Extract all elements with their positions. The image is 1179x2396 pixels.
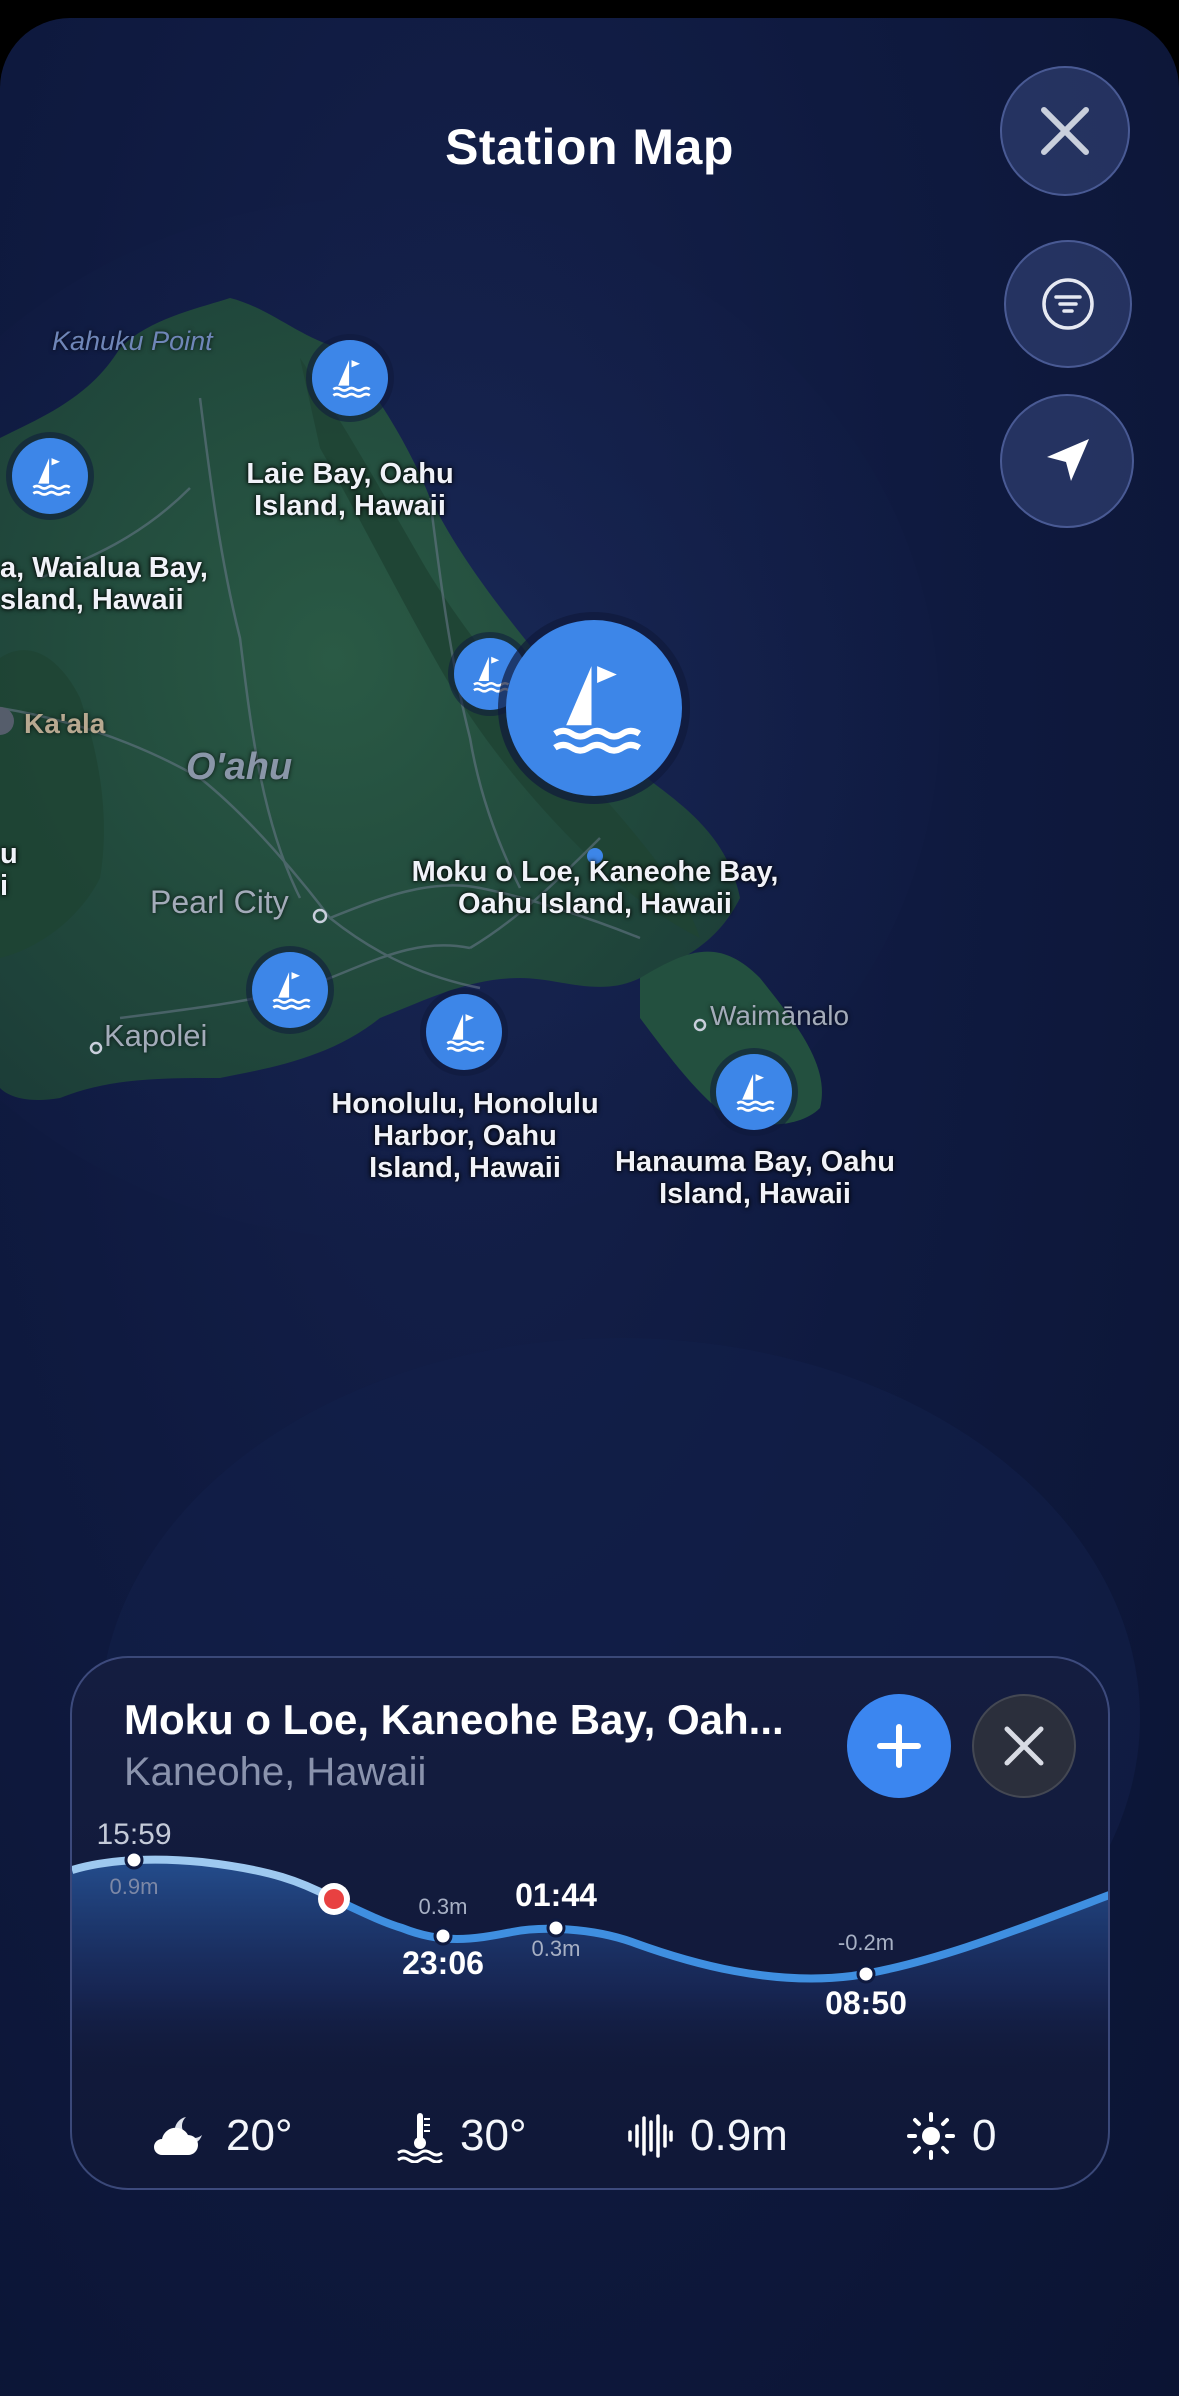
station-pin-hanauma[interactable]	[716, 1054, 792, 1130]
place-kapolei: Kapolei	[104, 1018, 208, 1053]
tide-height-high-2: 0.3m	[532, 1936, 581, 1961]
current-time-marker-dot	[324, 1889, 344, 1909]
station-detail-card[interactable]: Moku o Loe, Kaneohe Bay, Oah... Kaneohe,…	[70, 1656, 1110, 2190]
air-temperature: 20°	[148, 2096, 293, 2176]
station-label-honolulu[interactable]: Honolulu, Honolulu Harbor, Oahu Island, …	[310, 1088, 620, 1184]
sailboat-icon	[736, 1073, 775, 1112]
station-pin-pearl-harbor[interactable]	[252, 952, 328, 1028]
uv-index: 0	[906, 2096, 996, 2176]
add-station-button[interactable]	[847, 1694, 951, 1798]
place-kahuku-point: Kahuku Point	[52, 326, 213, 356]
station-pin-moku-o-loe-selected[interactable]	[506, 620, 682, 796]
tide-height-high-1: 0.9m	[110, 1874, 159, 1899]
tide-point-high-2	[546, 1918, 566, 1938]
location-arrow-icon	[1047, 439, 1089, 481]
close-icon	[1004, 1726, 1044, 1766]
sailboat-icon	[552, 665, 641, 754]
tide-time-low-2: 08:50	[825, 1985, 907, 2021]
station-map-screen: Kahuku Point O'ahu Ka'ala Pearl City Kap…	[0, 18, 1179, 2396]
sailboat-icon	[32, 457, 71, 496]
tide-point-low-1	[433, 1926, 453, 1946]
tide-height-low-2: -0.2m	[838, 1930, 894, 1955]
place-waimanalo: Waimānalo	[710, 1000, 850, 1031]
tide-time-low-1: 23:06	[402, 1945, 484, 1981]
place-kaala: Ka'ala	[24, 708, 106, 739]
plus-icon	[877, 1724, 921, 1768]
station-pin-honolulu[interactable]	[426, 994, 502, 1070]
wave-height: 0.9m	[626, 2096, 788, 2176]
sun-icon	[907, 2112, 955, 2160]
tide-time-high-1: 15:59	[96, 1818, 171, 1851]
sailboat-icon	[272, 971, 311, 1010]
station-location: Kaneohe, Hawaii	[124, 1750, 427, 1794]
sailboat-icon	[473, 656, 510, 693]
cloudy-night-icon	[154, 2117, 202, 2155]
tide-height-low-1: 0.3m	[419, 1894, 468, 1919]
station-label-laie[interactable]: Laie Bay, Oahu Island, Hawaii	[220, 458, 480, 522]
conditions-row: 20° 30° 0.9m 0	[72, 2096, 1108, 2176]
station-label-waialua[interactable]: a, Waialua Bay, sland, Hawaii	[0, 552, 210, 616]
station-label-hanauma[interactable]: Hanauma Bay, Oahu Island, Hawaii	[598, 1146, 912, 1210]
close-map-button[interactable]	[1000, 66, 1130, 196]
close-icon	[1041, 107, 1089, 155]
tide-point-low-2	[856, 1964, 876, 1984]
water-temperature: 30°	[396, 2096, 527, 2176]
place-pearl-city: Pearl City	[150, 884, 289, 920]
waveform-icon	[628, 2114, 673, 2158]
water-thermometer-icon	[397, 2113, 443, 2163]
station-name: Moku o Loe, Kaneohe Bay, Oah...	[124, 1696, 784, 1743]
sailboat-icon	[446, 1013, 485, 1052]
tide-time-high-2: 01:44	[515, 1877, 597, 1913]
close-card-button[interactable]	[972, 1694, 1076, 1798]
station-pin-laie[interactable]	[312, 340, 388, 416]
place-oahu: O'ahu	[186, 746, 293, 788]
tide-chart[interactable]: 15:59 0.9m 0.3m 23:06 01:44 0.3m -0.2m 0…	[72, 1818, 1110, 2078]
filter-icon	[1042, 278, 1094, 330]
filter-button[interactable]	[1004, 240, 1132, 368]
tide-point-high-1	[124, 1850, 144, 1870]
sailboat-icon	[332, 359, 371, 398]
station-label-left-edge[interactable]: u i	[0, 838, 20, 902]
station-pin-waialua[interactable]	[12, 438, 88, 514]
my-location-button[interactable]	[1000, 394, 1134, 528]
station-label-moku-o-loe[interactable]: Moku o Loe, Kaneohe Bay, Oahu Island, Ha…	[390, 856, 800, 920]
